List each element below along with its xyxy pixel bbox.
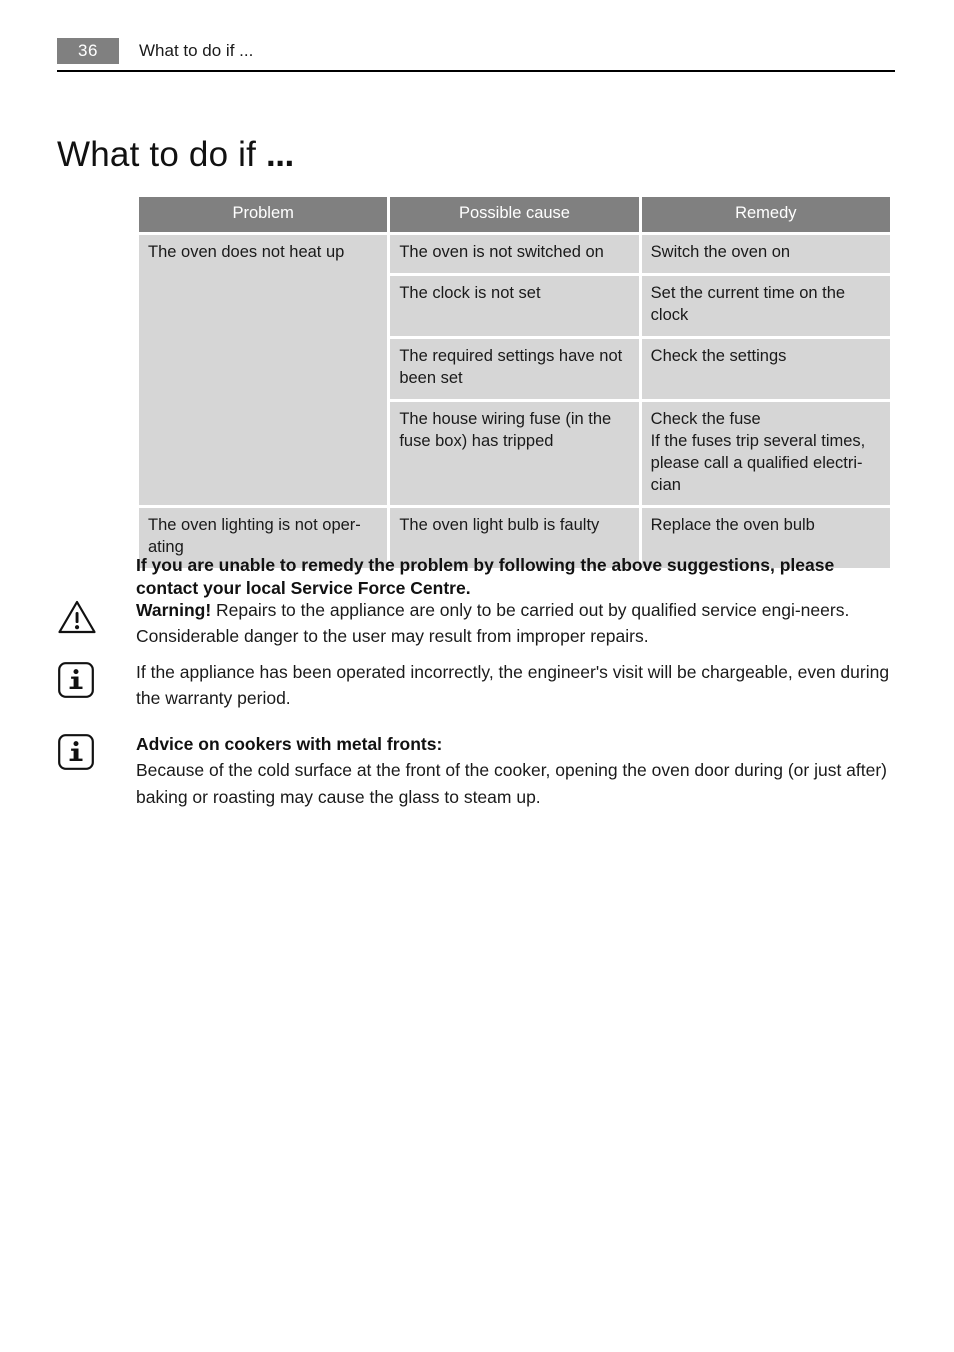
page-title-text: What to do if (57, 135, 257, 175)
cell-cause-not-switched-on: The oven is not switched on (390, 235, 639, 273)
info-note-metal-fronts-heading: Advice on cookers with metal fronts: (136, 734, 443, 754)
info-icon (57, 659, 103, 699)
cell-remedy-check-settings: Check the settings (641, 338, 890, 399)
troubleshooting-table: Problem Possible cause Remedy The oven d… (136, 194, 893, 571)
cell-cause-settings-not-set: The required settings have not been set (390, 338, 639, 399)
table-row: The oven does not heat up The oven is no… (139, 235, 890, 506)
remedy-fuse-line-2: If the fuses trip several times, please … (650, 431, 866, 494)
cell-problem-oven-no-heat: The oven does not heat up (139, 235, 388, 506)
info-note-metal-fronts-body: Because of the cold surface at the front… (136, 760, 888, 807)
page-title: What to do if ... (57, 135, 294, 175)
cell-cause-fuse-tripped: The house wiring fuse (in the fuse box) … (390, 401, 639, 506)
warning-triangle-icon-svg (58, 600, 96, 634)
info-note-chargeable-text: If the appliance has been operated incor… (136, 662, 890, 709)
cell-remedy-check-fuse: Check the fuse If the fuses trip several… (641, 401, 890, 506)
info-note-metal-fronts-text: Advice on cookers with metal fronts: Bec… (136, 731, 897, 810)
warning-text: Repairs to the appliance are only to be … (136, 600, 850, 647)
info-icon-svg (58, 662, 94, 698)
warning-note-text: Warning! Repairs to the appliance are on… (136, 597, 897, 650)
table-header-row: Problem Possible cause Remedy (139, 197, 890, 232)
page-number-badge: 36 (57, 38, 119, 64)
info-note-metal-fronts: Advice on cookers with metal fronts: Bec… (57, 731, 897, 810)
warning-label: Warning! (136, 600, 212, 620)
remedy-fuse-line-1: Check the fuse (650, 409, 761, 428)
running-head-title: What to do if ... (139, 41, 254, 60)
column-header-possible-cause: Possible cause (390, 197, 639, 232)
column-header-remedy: Remedy (641, 197, 890, 232)
warning-note: Warning! Repairs to the appliance are on… (57, 597, 897, 650)
warning-triangle-icon (57, 597, 103, 635)
info-note-chargeable: If the appliance has been operated incor… (57, 659, 897, 712)
column-header-problem: Problem (139, 197, 388, 232)
contact-service-notice: If you are unable to remedy the problem … (136, 554, 835, 599)
page-running-head: 36 What to do if ... (57, 38, 895, 70)
info-icon-svg (58, 734, 94, 770)
page-title-ellipsis: ... (266, 135, 294, 175)
header-rule (57, 70, 895, 72)
info-icon (57, 731, 103, 771)
cell-cause-clock-not-set: The clock is not set (390, 275, 639, 336)
cell-remedy-switch-oven-on: Switch the oven on (641, 235, 890, 273)
cell-remedy-set-clock: Set the current time on the clock (641, 275, 890, 336)
